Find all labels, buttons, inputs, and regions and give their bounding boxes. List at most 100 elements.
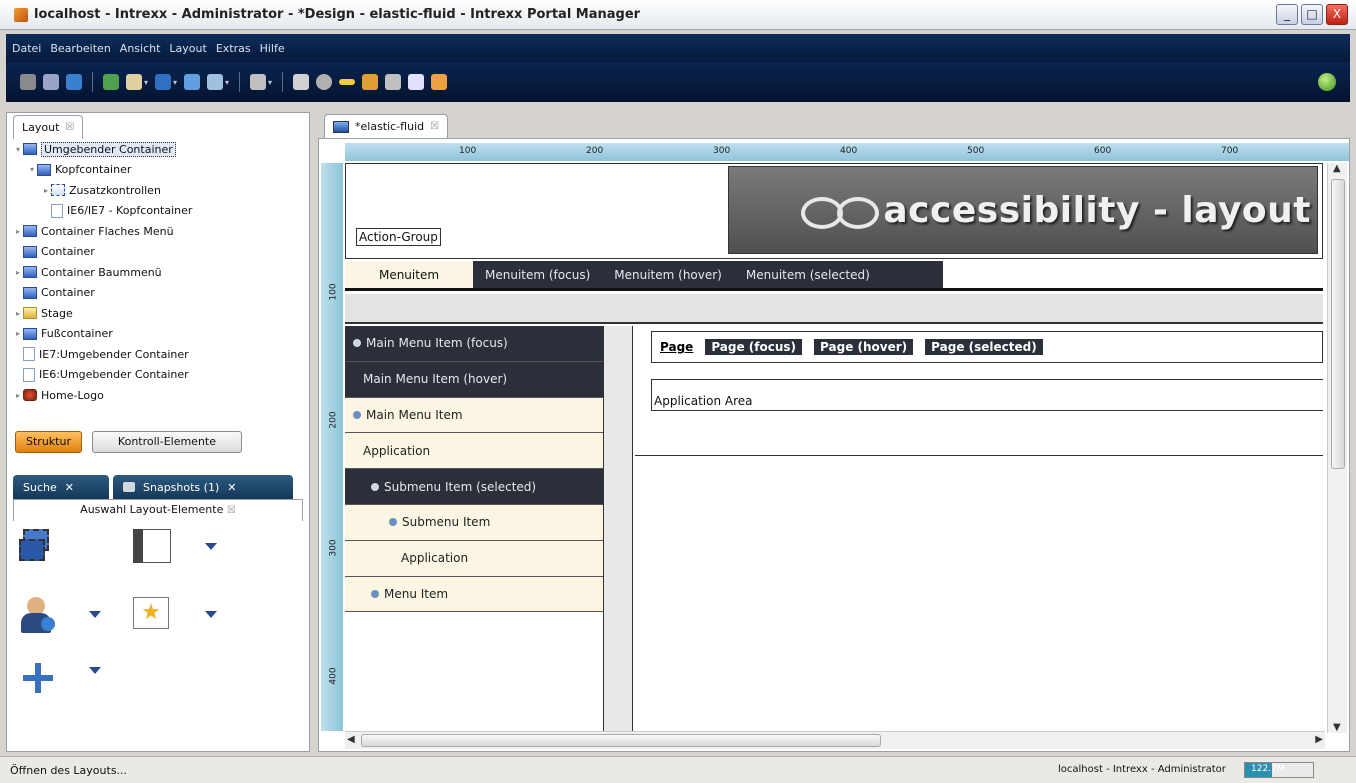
action-group[interactable]: Action-Group: [356, 228, 441, 246]
user-info-element-icon[interactable]: [19, 597, 57, 635]
tab-close-icon[interactable]: ☒: [430, 121, 439, 132]
chevron-down-icon[interactable]: ▾: [144, 78, 148, 87]
design-canvas[interactable]: Action-Group accessibility - layout Menu…: [345, 163, 1323, 735]
open-icon[interactable]: [126, 74, 142, 90]
tab-close-icon[interactable]: ☒: [65, 122, 74, 133]
side-menu-item[interactable]: Main Menu Item (hover): [345, 361, 603, 398]
crosshair-element-icon[interactable]: [19, 661, 57, 699]
horizontal-scrollbar[interactable]: ◀ ▶: [345, 731, 1325, 749]
scroll-left-icon[interactable]: ◀: [347, 734, 355, 745]
side-menu-item[interactable]: Submenu Item: [345, 504, 603, 541]
scroll-up-icon[interactable]: ▲: [1333, 163, 1341, 174]
page-tab-hover[interactable]: Page (hover): [814, 339, 914, 355]
side-menu-item[interactable]: Main Menu Item: [345, 397, 603, 434]
scroll-right-icon[interactable]: ▶: [1315, 734, 1323, 745]
tree-node[interactable]: Container: [7, 242, 309, 263]
box-icon[interactable]: [250, 74, 267, 90]
close-icon[interactable]: ✕: [227, 481, 236, 494]
menu-hilfe[interactable]: Hilfe: [260, 42, 285, 55]
top-menu-item-selected[interactable]: Menuitem (selected): [734, 261, 882, 288]
minus-icon[interactable]: [339, 79, 356, 85]
tab-elastic-fluid[interactable]: *elastic-fluid ☒: [324, 114, 449, 138]
frame-element-icon[interactable]: [133, 529, 171, 567]
menu-datei[interactable]: Datei: [12, 42, 41, 55]
expand-icon[interactable]: ▸: [13, 329, 23, 338]
vertical-scrollbar[interactable]: ▲ ▼: [1327, 163, 1347, 733]
expand-icon[interactable]: ▸: [13, 391, 23, 400]
page-tab-focus[interactable]: Page (focus): [705, 339, 803, 355]
chevron-down-icon[interactable]: ▾: [225, 78, 229, 87]
chevron-down-icon[interactable]: [205, 543, 217, 550]
tree-node[interactable]: IE6/IE7 - Kopfcontainer: [7, 201, 309, 222]
menu-ansicht[interactable]: Ansicht: [120, 42, 161, 55]
side-menu-item[interactable]: Application: [345, 433, 603, 470]
cloud-icon[interactable]: [385, 74, 402, 90]
side-menu-item[interactable]: Submenu Item (selected): [345, 469, 603, 505]
menu-layout[interactable]: Layout: [169, 42, 206, 55]
scroll-down-icon[interactable]: ▼: [1333, 722, 1341, 733]
top-menu-item-hover[interactable]: Menuitem (hover): [602, 261, 734, 288]
tree-node[interactable]: Container: [7, 283, 309, 304]
tree-node[interactable]: ▸ Stage: [7, 303, 309, 324]
application-area[interactable]: Application Area: [651, 379, 1323, 411]
top-menu-item-focus[interactable]: Menuitem (focus): [473, 261, 602, 288]
tree-node[interactable]: ▸ Zusatzkontrollen: [7, 180, 309, 201]
memory-indicator[interactable]: 122.7M: [1244, 762, 1314, 778]
tree-node[interactable]: ▸ Container Flaches Menü: [7, 221, 309, 242]
circle-icon[interactable]: [316, 74, 333, 90]
tab-close-icon[interactable]: ☒: [227, 505, 236, 516]
page-tab-selected[interactable]: Page (selected): [925, 339, 1043, 355]
go-icon[interactable]: [1318, 73, 1336, 91]
db-user-icon[interactable]: [43, 74, 59, 90]
banner[interactable]: accessibility - layout: [728, 166, 1318, 254]
chevron-down-icon[interactable]: [89, 611, 101, 618]
tree-node[interactable]: ▾ Umgebender Container: [7, 139, 309, 160]
container-element-icon[interactable]: [19, 529, 57, 567]
tab-layout[interactable]: Layout ☒: [13, 115, 84, 139]
tree-node[interactable]: IE6:Umgebender Container: [7, 365, 309, 386]
rocket-icon[interactable]: [431, 74, 448, 90]
expand-icon[interactable]: ▾: [13, 145, 23, 154]
chevron-down-icon[interactable]: ▾: [173, 78, 177, 87]
scroll-thumb[interactable]: [1331, 179, 1345, 469]
star-element-icon[interactable]: ★: [133, 597, 171, 635]
header-container[interactable]: Action-Group accessibility - layout: [345, 163, 1323, 259]
close-icon[interactable]: ✕: [65, 481, 74, 494]
tree-node[interactable]: IE7:Umgebender Container: [7, 344, 309, 365]
expand-icon[interactable]: ▾: [27, 165, 37, 174]
minimize-button[interactable]: _: [1276, 4, 1298, 25]
top-menu-item[interactable]: Menuitem: [345, 261, 473, 288]
struktur-button[interactable]: Struktur: [15, 431, 82, 453]
kontroll-elemente-button[interactable]: Kontroll-Elemente: [91, 431, 242, 453]
globe-icon[interactable]: [66, 74, 82, 90]
side-menu-item[interactable]: Main Menu Item (focus): [345, 326, 603, 362]
tree-node[interactable]: ▸ Fußcontainer: [7, 324, 309, 345]
chevron-down-icon[interactable]: [89, 667, 101, 674]
tree-node[interactable]: ▾ Kopfcontainer: [7, 160, 309, 181]
expand-icon[interactable]: ▸: [13, 268, 23, 277]
tab-suche[interactable]: Suche ✕: [13, 475, 109, 499]
page-tab[interactable]: Page: [660, 340, 693, 354]
tree-node[interactable]: ▸ Container Baummenü: [7, 262, 309, 283]
expand-icon[interactable]: ▸: [41, 186, 51, 195]
tab-auswahl-layout-elemente[interactable]: Auswahl Layout-Elemente ☒: [13, 499, 303, 521]
expand-icon[interactable]: ▸: [13, 227, 23, 236]
side-menu-item[interactable]: Menu Item: [345, 576, 603, 613]
palette-icon[interactable]: [362, 74, 379, 90]
chevron-down-icon[interactable]: [205, 611, 217, 618]
expand-icon[interactable]: ▸: [13, 309, 23, 318]
deploy-icon[interactable]: [184, 74, 201, 90]
database-icon[interactable]: [20, 74, 36, 90]
export-icon[interactable]: [207, 74, 224, 90]
monitor-icon[interactable]: [103, 74, 119, 90]
chevron-down-icon[interactable]: ▾: [268, 78, 272, 87]
tree-node[interactable]: ▸ Home-Logo: [7, 385, 309, 406]
scroll-thumb[interactable]: [361, 734, 881, 747]
maximize-button[interactable]: □: [1301, 4, 1323, 25]
box2-icon[interactable]: [293, 74, 310, 90]
menu-extras[interactable]: Extras: [216, 42, 251, 55]
menu-bearbeiten[interactable]: Bearbeiten: [50, 42, 110, 55]
page-edit-icon[interactable]: [408, 74, 425, 90]
tab-snapshots[interactable]: Snapshots (1) ✕: [113, 475, 293, 499]
save-icon[interactable]: [155, 74, 172, 90]
